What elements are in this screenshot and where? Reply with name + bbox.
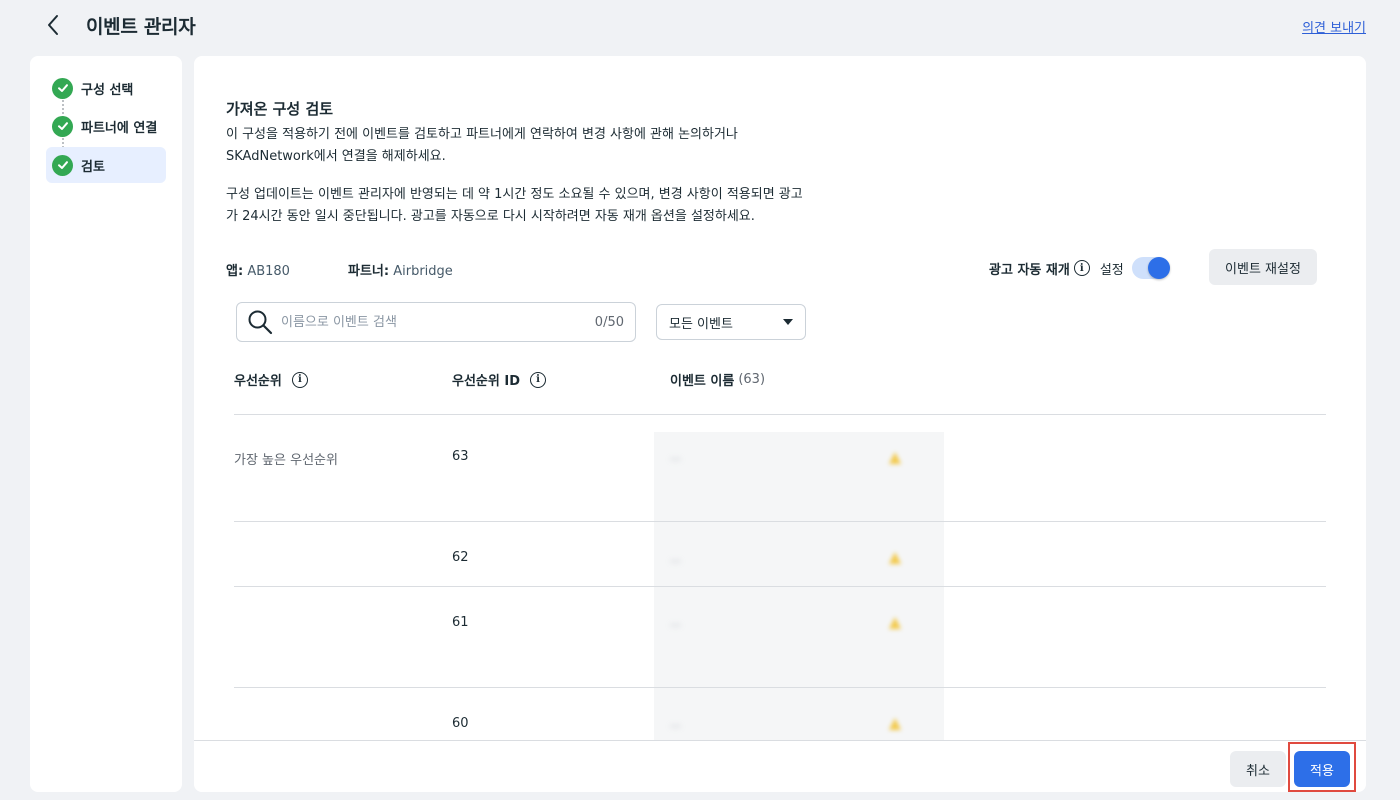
auto-restart-toggle[interactable]: [1131, 257, 1170, 279]
row-divider: [234, 521, 1326, 522]
section-title: 가져온 구성 검토: [226, 100, 334, 118]
column-header-event-name: 이벤트 이름 (63): [670, 370, 765, 389]
filter-selected: 모든 이벤트: [669, 316, 733, 332]
step-review[interactable]: 검토: [46, 147, 166, 183]
info-icon[interactable]: i: [530, 371, 546, 388]
caret-down-icon: [783, 319, 793, 325]
priority-id-cell: 62: [452, 550, 469, 565]
apply-button[interactable]: 적용: [1294, 751, 1350, 787]
reset-events-button[interactable]: 이벤트 재설정: [1209, 249, 1317, 285]
column-header-label: 우선순위: [234, 374, 282, 389]
step-label: 검토: [81, 159, 105, 175]
warning-icon: [889, 718, 901, 730]
back-button[interactable]: [38, 10, 68, 40]
event-name-cell: …: [670, 552, 681, 565]
column-header-label: 이벤트 이름: [670, 374, 735, 389]
chevron-left-icon: [48, 15, 58, 35]
app-value: AB180: [247, 264, 290, 279]
auto-restart-state: 설정: [1099, 262, 1124, 278]
toggle-knob: [1147, 257, 1170, 279]
step-choose-configuration[interactable]: 구성 선택: [46, 70, 166, 106]
step-connect-partner[interactable]: 파트너에 연결: [46, 108, 166, 144]
feedback-link[interactable]: 의견 보내기: [1302, 17, 1366, 36]
top-bar: 이벤트 관리자 의견 보내기: [0, 0, 1400, 52]
description-line: 가 24시간 동안 일시 중단됩니다. 광고를 자동으로 다시 시작하려면 자동…: [226, 209, 755, 224]
stepper-panel: 구성 선택 파트너에 연결 검토: [30, 56, 182, 792]
auto-restart-setting: 광고 자동 재개 i 설정: [989, 256, 1170, 280]
app-meta: 앱: AB180: [226, 260, 290, 279]
description-line: 구성 업데이트는 이벤트 관리자에 반영되는 데 약 1시간 정도 소요될 수 …: [226, 187, 803, 202]
warning-icon: [889, 552, 901, 564]
priority-id-cell: 61: [452, 615, 469, 630]
table-divider: [234, 414, 1326, 415]
info-icon[interactable]: i: [1073, 260, 1090, 276]
event-name-cell: …: [670, 450, 681, 463]
priority-id-cell: 63: [452, 449, 469, 464]
priority-id-cell: 60: [452, 716, 469, 731]
page-title: 이벤트 관리자: [86, 16, 196, 38]
partner-meta: 파트너: Airbridge: [348, 260, 453, 279]
check-circle-icon: [52, 115, 73, 137]
warning-icon: [889, 452, 901, 464]
event-search[interactable]: 0/50: [236, 302, 636, 342]
step-label: 구성 선택: [81, 82, 134, 98]
event-count: (63): [738, 372, 766, 387]
event-filter-dropdown[interactable]: 모든 이벤트: [656, 304, 806, 340]
search-char-count: 0/50: [594, 314, 624, 330]
partner-label: 파트너:: [348, 264, 390, 279]
review-panel: 가져온 구성 검토 이 구성을 적용하기 전에 이벤트를 검토하고 파트너에게 …: [194, 56, 1366, 792]
column-header-priority-id: 우선순위 ID i: [452, 370, 546, 389]
search-input[interactable]: [281, 314, 595, 330]
row-divider: [234, 586, 1326, 587]
search-icon: [248, 310, 273, 335]
event-name-cell: …: [670, 717, 681, 730]
info-icon[interactable]: i: [291, 371, 308, 388]
check-circle-icon: [52, 77, 73, 99]
warning-icon: [889, 617, 901, 629]
auto-restart-label: 광고 자동 재개: [989, 262, 1070, 278]
priority-cell: 가장 높은 우선순위: [234, 453, 338, 468]
cancel-button[interactable]: 취소: [1230, 751, 1286, 787]
footer-bar: 취소 적용: [194, 740, 1366, 792]
check-circle-icon: [52, 154, 73, 176]
column-header-label: 우선순위 ID: [452, 374, 520, 389]
partner-value: Airbridge: [393, 264, 453, 279]
app-label: 앱:: [226, 264, 244, 279]
step-label: 파트너에 연결: [81, 120, 158, 136]
description-line: 이 구성을 적용하기 전에 이벤트를 검토하고 파트너에게 연락하여 변경 사항…: [226, 127, 738, 142]
description-line: SKAdNetwork에서 연결을 해제하세요.: [226, 149, 446, 164]
column-header-priority: 우선순위 i: [234, 370, 308, 389]
row-divider: [234, 687, 1326, 688]
event-name-cell: …: [670, 616, 681, 629]
